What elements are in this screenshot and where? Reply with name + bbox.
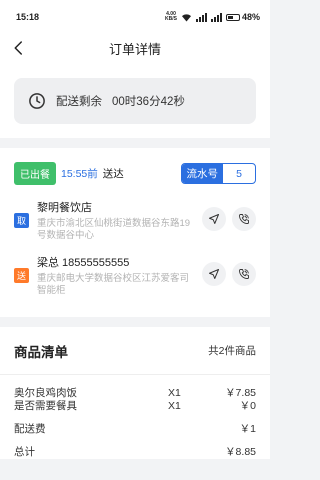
dropoff-tag: 送 bbox=[14, 268, 29, 283]
pickup-info: 取 黎明餐饮店 重庆市渝北区仙桃街道数据谷东路19号数据谷中心 bbox=[14, 199, 256, 242]
dropoff-address: 重庆邮电大学数据谷校区江苏爱客司智能柜 bbox=[37, 273, 190, 296]
item-name: 是否需要餐具 bbox=[14, 400, 77, 412]
battery-indicator: 48% bbox=[225, 12, 260, 22]
delivery-card: 已出餐 15:55前 送达 流水号 5 取 黎明餐饮店 重庆市渝北区仙桃街道数据… bbox=[0, 148, 270, 317]
dropoff-text: 梁总 18555555555 重庆邮电大学数据谷校区江苏爱客司智能柜 bbox=[37, 254, 196, 297]
goods-list: 奥尔良鸡肉饭 X1 ￥7.85 是否需要餐具 X1 ￥0 配送费 ￥1 总计 ￥… bbox=[14, 375, 256, 459]
goods-title: 商品清单 bbox=[14, 344, 68, 360]
pickup-address: 重庆市渝北区仙桃街道数据谷东路19号数据谷中心 bbox=[37, 218, 191, 241]
phone-icon bbox=[239, 214, 249, 224]
countdown-label: 配送剩余 bbox=[56, 96, 102, 108]
divider bbox=[0, 138, 270, 148]
pickup-name: 黎明餐饮店 bbox=[37, 202, 92, 214]
total-value: ￥8.85 bbox=[225, 446, 256, 458]
pickup-actions bbox=[202, 207, 256, 231]
total-label: 总计 bbox=[14, 446, 35, 458]
delivery-status: 已出餐 15:55前 送达 bbox=[14, 162, 124, 185]
status-icons: 4.00 KB/S 48% bbox=[165, 12, 260, 23]
network-speed: 4.00 KB/S bbox=[165, 12, 177, 22]
serial-number-box: 流水号 5 bbox=[180, 163, 256, 184]
list-item: 奥尔良鸡肉饭 X1 ￥7.85 bbox=[14, 387, 256, 400]
back-arrow-icon[interactable] bbox=[10, 39, 28, 57]
status-badge: 已出餐 bbox=[14, 162, 56, 185]
signal-icon bbox=[195, 12, 207, 22]
network-speed-unit: KB/S bbox=[165, 16, 177, 22]
deadline-time: 15:55前 bbox=[61, 168, 98, 180]
signal-icon-2 bbox=[210, 12, 222, 22]
navigation-icon bbox=[209, 269, 219, 279]
page-title: 订单详情 bbox=[108, 41, 161, 57]
delivery-fee-value: ￥1 bbox=[239, 423, 256, 435]
item-qty: X1 bbox=[168, 400, 181, 412]
goods-section: 商品清单 共2件商品 奥尔良鸡肉饭 X1 ￥7.85 是否需要餐具 X1 ￥0 … bbox=[0, 327, 270, 459]
countdown-section: 配送剩余 00时36分42秒 bbox=[0, 62, 270, 138]
countdown-value: 00时36分42秒 bbox=[112, 96, 185, 108]
navigation-icon bbox=[209, 214, 219, 224]
item-price: ￥0 bbox=[239, 400, 256, 412]
delivery-status-row: 已出餐 15:55前 送达 流水号 5 bbox=[14, 162, 256, 185]
total-row: 总计 ￥8.85 bbox=[14, 446, 256, 459]
dropoff-navigate-button[interactable] bbox=[202, 262, 226, 286]
serial-number: 5 bbox=[236, 167, 242, 180]
pickup-tag: 取 bbox=[14, 213, 29, 228]
battery-icon bbox=[225, 13, 240, 21]
dropoff-info: 送 梁总 18555555555 重庆邮电大学数据谷校区江苏爱客司智能柜 bbox=[14, 254, 256, 297]
divider bbox=[0, 317, 270, 327]
delivery-countdown: 配送剩余 00时36分42秒 bbox=[14, 78, 256, 124]
item-qty: X1 bbox=[168, 387, 181, 399]
pickup-text: 黎明餐饮店 重庆市渝北区仙桃街道数据谷东路19号数据谷中心 bbox=[37, 199, 196, 242]
dropoff-actions bbox=[202, 262, 256, 286]
status-time: 15:18 bbox=[16, 12, 40, 22]
status-bar: 15:18 4.00 KB/S 48% bbox=[0, 0, 270, 34]
serial-label: 流水号 bbox=[181, 164, 223, 183]
goods-header: 商品清单 共2件商品 bbox=[0, 327, 270, 375]
pickup-navigate-button[interactable] bbox=[202, 207, 226, 231]
item-price: ￥7.85 bbox=[225, 387, 256, 399]
battery-percent: 48% bbox=[241, 12, 260, 22]
nav-bar: 订单详情 bbox=[0, 34, 270, 62]
goods-count: 共2件商品 bbox=[208, 345, 256, 357]
delivery-fee-row: 配送费 ￥1 bbox=[14, 423, 256, 436]
clock-icon bbox=[29, 93, 45, 109]
dropoff-call-button[interactable] bbox=[232, 262, 256, 286]
phone-icon bbox=[239, 269, 249, 279]
deadline-suffix: 送达 bbox=[102, 168, 124, 180]
list-item: 是否需要餐具 X1 ￥0 bbox=[14, 400, 256, 413]
delivery-fee-label: 配送费 bbox=[14, 423, 46, 435]
wifi-icon bbox=[181, 13, 191, 22]
pickup-call-button[interactable] bbox=[232, 207, 256, 231]
dropoff-name: 梁总 18555555555 bbox=[37, 257, 130, 269]
item-name: 奥尔良鸡肉饭 bbox=[14, 387, 77, 399]
